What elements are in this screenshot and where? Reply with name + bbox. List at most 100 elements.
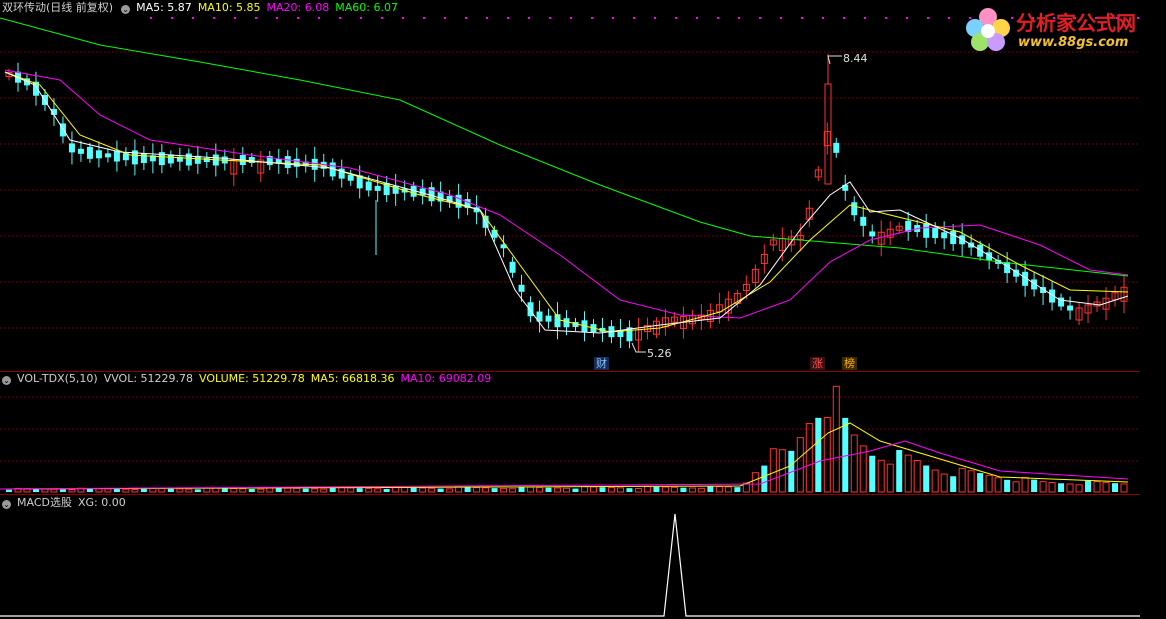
top-marker-dot bbox=[465, 17, 467, 19]
limit-up-marker[interactable]: 涨 bbox=[810, 357, 825, 370]
volume-bar bbox=[967, 470, 975, 493]
volume-bar bbox=[122, 488, 130, 493]
volume-bar bbox=[500, 487, 508, 493]
volume-bar bbox=[599, 487, 606, 492]
volume-bar bbox=[428, 487, 436, 493]
volume-bar bbox=[913, 460, 921, 493]
macd-chart-pane[interactable]: ⌄ MACD选股 XG: 0.00 bbox=[0, 494, 1140, 619]
price-chart-pane[interactable]: 双环传动(日线 前复权) ⌄ MA5: 5.87 MA10: 5.85 MA20: 6.… bbox=[0, 0, 1140, 371]
volume-bar bbox=[1075, 484, 1083, 493]
top-marker-dot bbox=[948, 17, 950, 19]
volume-bar bbox=[643, 485, 651, 493]
candle-body bbox=[941, 232, 948, 239]
ranking-marker[interactable]: 榜 bbox=[842, 357, 857, 370]
macd-indicator-name: MACD选股 bbox=[17, 496, 72, 509]
volume-bar bbox=[761, 465, 768, 492]
candle-body bbox=[860, 216, 867, 226]
volume-bar bbox=[401, 486, 409, 493]
volume-bar bbox=[607, 487, 615, 493]
volume-bar bbox=[221, 488, 228, 492]
logo-title: 分析家公式网 bbox=[1016, 11, 1136, 35]
candle-body bbox=[68, 143, 75, 153]
volume-bar bbox=[707, 486, 714, 492]
volume-bar bbox=[293, 487, 301, 493]
volume-chart[interactable] bbox=[0, 371, 1140, 494]
low-price-label: 5.26 bbox=[647, 347, 672, 360]
top-marker-dot bbox=[213, 17, 215, 19]
volume-bar bbox=[410, 487, 417, 492]
volume-bar bbox=[194, 489, 201, 492]
volume-bar bbox=[113, 489, 120, 492]
top-marker-dot bbox=[507, 17, 509, 19]
top-marker-dot bbox=[738, 17, 740, 19]
top-marker-dot bbox=[549, 17, 551, 19]
volume-bar bbox=[6, 489, 12, 492]
volume-bar bbox=[302, 488, 309, 492]
volume-bar bbox=[131, 488, 139, 493]
menu-chevron-icon[interactable]: ⌄ bbox=[2, 500, 11, 509]
candle-body bbox=[923, 223, 930, 238]
high-price-label: 8.44 bbox=[843, 52, 868, 65]
top-marker-dot bbox=[150, 17, 152, 19]
high-pointer bbox=[827, 55, 842, 65]
volume-bar bbox=[1112, 483, 1119, 492]
volume-bar bbox=[158, 487, 166, 493]
top-marker-dot bbox=[402, 17, 404, 19]
volume-bar bbox=[778, 449, 786, 493]
volume-chart-pane[interactable]: ⌄ VOL-TDX(5,10) VVOL: 51229.78 VOLUME: 5122… bbox=[0, 371, 1140, 494]
top-marker-dot bbox=[570, 17, 572, 19]
top-marker-dot bbox=[696, 17, 698, 19]
volume-bar bbox=[374, 488, 382, 493]
volume-bar bbox=[850, 434, 858, 493]
candle-body bbox=[203, 158, 210, 162]
menu-chevron-icon[interactable]: ⌄ bbox=[2, 376, 11, 385]
candle-body bbox=[140, 153, 147, 164]
candle-body bbox=[455, 194, 462, 208]
candle-body bbox=[86, 146, 93, 159]
volume-bar bbox=[1012, 481, 1020, 493]
volume-bar bbox=[1066, 483, 1074, 493]
volume-bar bbox=[284, 487, 292, 493]
volume-bar bbox=[1048, 481, 1056, 493]
top-marker-dot bbox=[360, 17, 362, 19]
menu-chevron-icon[interactable]: ⌄ bbox=[121, 5, 131, 14]
volume-bar bbox=[661, 486, 669, 493]
volume-bar bbox=[482, 487, 490, 493]
volume-bar bbox=[104, 488, 112, 493]
volume-bar bbox=[68, 489, 76, 493]
volume-bar bbox=[869, 455, 876, 492]
volume-bar bbox=[185, 488, 193, 493]
volume-bar bbox=[311, 488, 319, 493]
candle-body bbox=[833, 142, 840, 153]
volume-bar bbox=[634, 487, 642, 493]
top-marker-dot bbox=[423, 17, 425, 19]
candle-body bbox=[851, 202, 858, 216]
volume-ma10-value: MA10: 69082.09 bbox=[400, 372, 492, 385]
macd-chart[interactable] bbox=[0, 494, 1140, 619]
site-logo: 分析家公式网 www.88gs.com bbox=[962, 4, 1158, 54]
xg-value: XG: 0.00 bbox=[77, 496, 126, 509]
volume-bar bbox=[626, 488, 633, 492]
volume-bar bbox=[518, 486, 525, 492]
candle-body bbox=[284, 156, 291, 169]
volume-bar bbox=[509, 488, 517, 493]
volume-bar bbox=[338, 487, 346, 493]
finance-marker[interactable]: 财 bbox=[594, 357, 609, 370]
volume-bar bbox=[1021, 476, 1029, 493]
volume-bar bbox=[1102, 481, 1110, 493]
low-pointer bbox=[631, 342, 646, 353]
volume-bar bbox=[491, 488, 498, 492]
volume-bar bbox=[347, 487, 355, 493]
candle-body bbox=[509, 261, 516, 273]
volume-bar bbox=[572, 488, 579, 492]
volume-bar bbox=[356, 488, 363, 492]
candle-body bbox=[77, 148, 84, 154]
top-marker-dot bbox=[612, 17, 614, 19]
volume-bar bbox=[977, 473, 984, 492]
volume-indicator-name: VOL-TDX(5,10) bbox=[17, 372, 98, 385]
volume-bar bbox=[230, 488, 238, 493]
volume-bar bbox=[886, 463, 894, 493]
ma5-value: MA5: 5.87 bbox=[136, 1, 192, 14]
price-chart[interactable] bbox=[0, 0, 1140, 371]
candle-body bbox=[374, 185, 381, 191]
